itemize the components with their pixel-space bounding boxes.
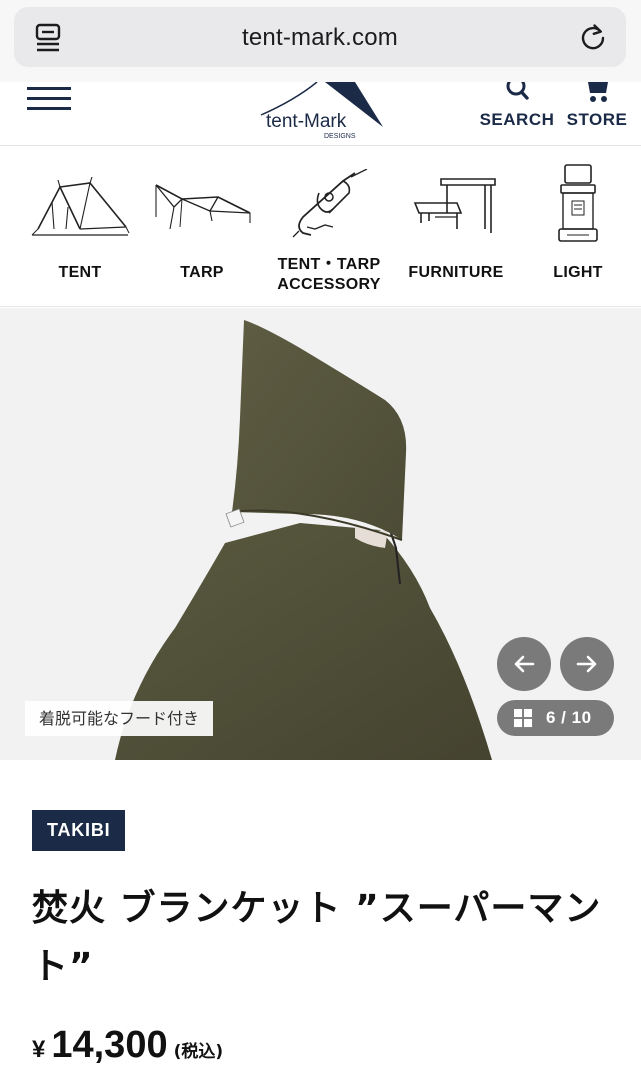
table-icon	[413, 178, 496, 233]
brand-badge[interactable]: TAKIBI	[32, 810, 126, 851]
category-tent[interactable]: TENT	[20, 147, 140, 307]
category-nav: TENT TARP TENT・TARP ACCESSORY FURNITURE …	[0, 147, 641, 307]
image-caption: 着脱可能なフード付き	[25, 701, 214, 736]
grid-icon	[514, 709, 533, 728]
store-label: STORE	[566, 110, 628, 129]
category-furniture-label: FURNITURE	[408, 264, 504, 281]
cart-icon	[588, 82, 608, 102]
product-price: ¥14,300 (税込)	[32, 1024, 223, 1074]
category-furniture[interactable]: FURNITURE	[398, 147, 514, 307]
price-amount: 14,300	[51, 1024, 168, 1066]
category-tarp[interactable]: TARP	[142, 147, 262, 307]
url-text[interactable]: tent-mark.com	[14, 24, 626, 52]
category-tent-label: TENT	[58, 264, 102, 281]
browser-chrome: tent-mark.com	[0, 0, 641, 82]
store-button[interactable]: STORE	[565, 82, 629, 142]
menu-icon[interactable]	[27, 85, 71, 113]
product-title: 焚火 ブランケット ”スーパーマント”	[32, 888, 602, 987]
tent-icon	[31, 177, 130, 236]
image-counter-text: 6 / 10	[546, 708, 592, 727]
next-image-button[interactable]	[560, 637, 614, 691]
svg-text:tent-Mark: tent-Mark	[266, 111, 347, 132]
category-accessory-label-line2: ACCESSORY	[277, 276, 381, 293]
address-bar[interactable]: tent-mark.com	[14, 7, 626, 67]
reload-icon[interactable]	[578, 22, 608, 52]
price-tax-note: (税込)	[173, 1042, 224, 1062]
search-icon	[506, 82, 529, 100]
category-accessory-label-line1: TENT・TARP	[277, 256, 381, 273]
category-light[interactable]: LIGHT	[520, 147, 636, 307]
arrow-left-icon	[514, 655, 535, 673]
site-logo[interactable]: tent-Mark DESIGNS	[255, 81, 385, 142]
price-currency: ¥	[32, 1036, 46, 1063]
product-photo	[0, 308, 641, 760]
category-tent-tarp-accessory[interactable]: TENT・TARP ACCESSORY	[264, 147, 394, 307]
svg-text:DESIGNS: DESIGNS	[324, 133, 356, 140]
image-counter[interactable]: 6 / 10	[497, 700, 614, 736]
carabiner-icon	[292, 169, 368, 238]
lantern-icon	[558, 164, 598, 242]
search-button[interactable]: SEARCH	[479, 82, 555, 142]
site-header: tent-Mark DESIGNS SEARCH STORE	[0, 81, 641, 146]
product-image-gallery[interactable]: 着脱可能なフード付き 6 / 10	[0, 308, 641, 760]
prev-image-button[interactable]	[497, 637, 551, 691]
arrow-right-icon	[576, 655, 597, 673]
category-tarp-label: TARP	[180, 264, 224, 281]
search-label: SEARCH	[479, 110, 555, 129]
category-light-label: LIGHT	[553, 264, 603, 281]
tarp-icon	[155, 184, 251, 230]
